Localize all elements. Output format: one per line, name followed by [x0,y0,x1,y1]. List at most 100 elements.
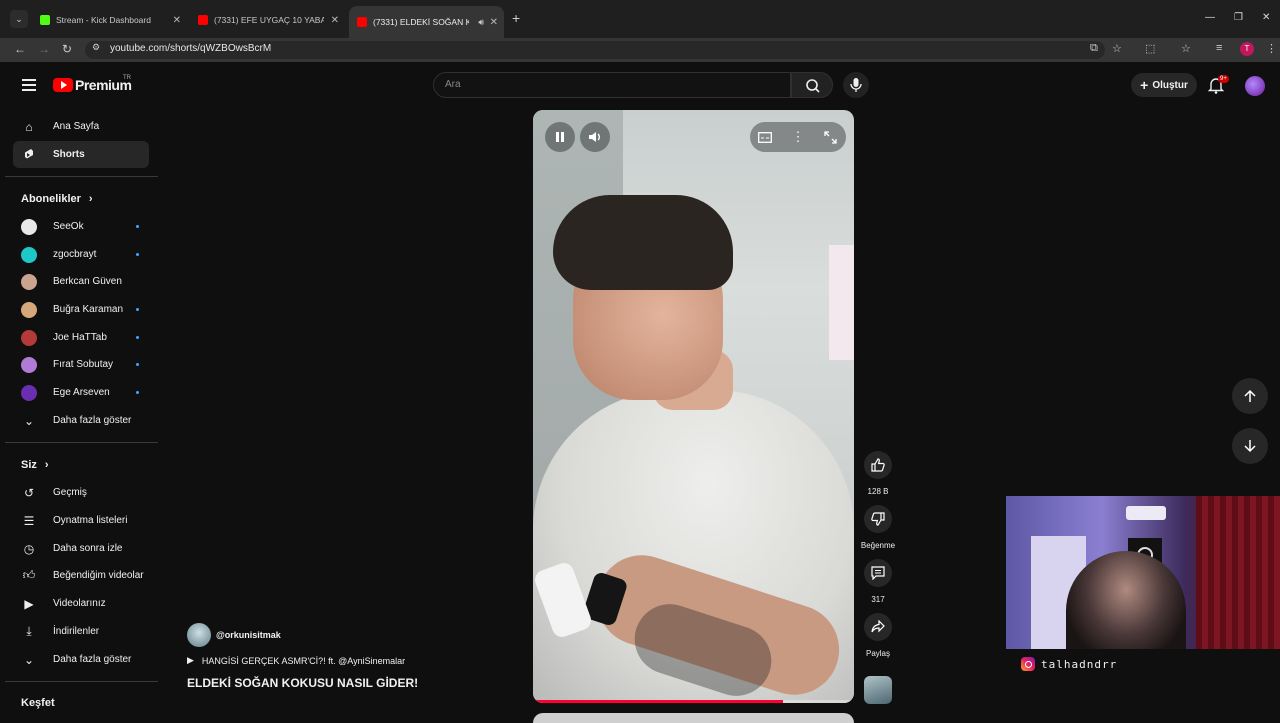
download-icon: ⤓ [26,624,32,638]
short-video-player[interactable]: ⋮ [533,110,854,703]
sidebar-item-watch-later[interactable]: ◷ Daha sonra izle [13,535,149,562]
sidebar-item-zgocbrayt[interactable]: zgocbrayt [13,241,149,268]
extensions-icon[interactable]: ⬚ [1145,42,1155,55]
sidebar-item-downloads[interactable]: ⤓ İndirilenler [13,618,149,645]
sidebar-item-liked[interactable]: 👍︎ Beğendiğim videolar [13,562,149,589]
more-options-button[interactable]: ⋮ [783,122,813,152]
sidebar-item-label: Daha fazla göster [53,415,132,426]
you-header[interactable]: Siz › [21,459,49,471]
sidebar-show-more-2[interactable]: ⌄ Daha fazla göster [13,646,149,673]
menu-dots-icon[interactable]: ⋮ [1266,42,1277,55]
channel-avatar [21,329,37,346]
next-short-button[interactable] [1232,428,1268,464]
fullscreen-button[interactable] [815,122,845,152]
sidebar-item-your-videos[interactable]: ▶ Videolarınız [13,590,149,617]
sidebar-divider [5,442,158,443]
search-button[interactable] [791,72,833,98]
sidebar-divider [5,176,158,177]
sidebar-item-bugra[interactable]: Buğra Karaman [13,296,149,323]
captions-button[interactable] [750,122,780,152]
pause-button[interactable] [545,122,575,152]
reload-icon[interactable]: ↻ [62,42,72,56]
speaker-icon[interactable]: 🔊︎ [478,17,484,28]
like-button[interactable] [864,451,892,479]
tab-youtube-active[interactable]: (7331) ELDEKİ SOĞAN KOKU 🔊︎ ✕ [349,6,504,38]
dislike-button[interactable] [864,505,892,533]
close-window-button[interactable]: ✕ [1262,12,1270,23]
cast-icon[interactable]: ⧉ [1090,42,1098,55]
sidebar-item-label: zgocbrayt [53,249,97,260]
sidebar-item-playlists[interactable]: ☰ Oynatma listeleri [13,507,149,534]
captions-icon [758,131,772,143]
close-icon[interactable]: ✕ [173,15,181,26]
sidebar-item-history[interactable]: ↺ Geçmiş [13,479,149,506]
forward-icon[interactable]: → [38,42,50,56]
site-info-icon[interactable]: ⚙ [92,42,100,53]
youtube-icon [198,15,208,25]
tab-title: Stream - Kick Dashboard [56,15,151,25]
sidebar-item-label: Ege Arseven [53,387,110,398]
instagram-icon [1021,657,1035,671]
tab-youtube-1[interactable]: (7331) EFE UYGAÇ 10 YABANCI ✕ [190,8,345,32]
sidebar-show-more[interactable]: ⌄ Daha fazla göster [13,407,149,434]
sidebar-item-label: Buğra Karaman [53,304,124,315]
sound-channel-thumbnail[interactable] [864,676,892,704]
notification-badge: 9+ [1218,75,1229,83]
pause-icon [556,132,564,142]
share-button[interactable] [864,613,892,641]
create-label: Oluştur [1152,79,1188,91]
account-avatar[interactable] [1245,76,1265,96]
new-content-dot [136,308,139,311]
minimize-button[interactable]: — [1205,12,1215,23]
home-icon: ⌂ [25,119,33,134]
menu-icon[interactable] [22,79,36,94]
voice-search-button[interactable] [843,72,869,98]
sidebar-item-firat[interactable]: Fırat Sobutay [13,351,149,378]
like-count: 128 B [867,487,889,496]
profile-avatar[interactable]: T [1240,42,1254,56]
channel-avatar[interactable] [187,623,211,647]
dislike-label: Beğenme [860,541,896,550]
close-icon[interactable]: ✕ [490,17,498,28]
video-icon: ▶ [24,596,34,611]
subscriptions-header[interactable]: Abonelikler › [21,193,93,205]
youtube-icon [357,17,367,27]
new-content-dot [136,336,139,339]
media-icon[interactable]: ≡ [1216,42,1222,54]
create-button[interactable]: + Oluştur [1131,73,1197,97]
youtube-logo-icon[interactable] [53,78,73,92]
sidebar-item-shorts[interactable]: Shorts [13,141,149,168]
sidebar-item-ege[interactable]: Ege Arseven [13,379,149,406]
previous-short-button[interactable] [1232,378,1268,414]
bookmark-star-icon[interactable]: ☆ [1112,42,1122,55]
back-icon[interactable]: ← [14,42,26,56]
sidebar-item-berkcan[interactable]: Berkcan Güven [13,268,149,295]
close-icon[interactable]: ✕ [331,15,339,26]
sidebar-item-joe[interactable]: Joe HaTTab [13,324,149,351]
plus-icon: + [1140,77,1149,93]
sidebar-item-label: Berkcan Güven [53,276,122,287]
new-tab-button[interactable]: + [512,10,520,26]
channel-name[interactable]: @orkunisitmak [216,630,281,640]
search-input[interactable] [433,72,791,98]
comments-button[interactable] [864,559,892,587]
progress-bar-fill [533,700,784,703]
sidebar-item-label: Daha fazla göster [53,654,132,665]
sidebar-item-home[interactable]: ⌂ Ana Sayfa [13,113,149,140]
channel-avatar [21,218,37,235]
sidebar-item-seeok[interactable]: SeeOk [13,213,149,240]
channel-avatar [21,356,37,373]
url-text[interactable]: youtube.com/shorts/qWZBOwsBcrM [110,43,271,54]
new-content-dot [136,363,139,366]
volume-button[interactable] [580,122,610,152]
next-short-preview[interactable] [533,713,854,723]
comment-count: 317 [871,595,885,604]
related-video-link[interactable]: ▶ HANGİSİ GERÇEK ASMR'Cİ?! ft. @AyniSine… [187,655,405,666]
bookmarks-icon[interactable]: ☆ [1181,42,1191,55]
sidebar-item-label: Joe HaTTab [53,332,107,343]
tab-search-button[interactable]: ⌄ [10,10,28,28]
tab-kick[interactable]: Stream - Kick Dashboard ✕ [32,8,187,32]
new-content-dot [136,225,139,228]
volume-icon [589,132,600,142]
maximize-button[interactable]: ❐ [1234,12,1243,23]
